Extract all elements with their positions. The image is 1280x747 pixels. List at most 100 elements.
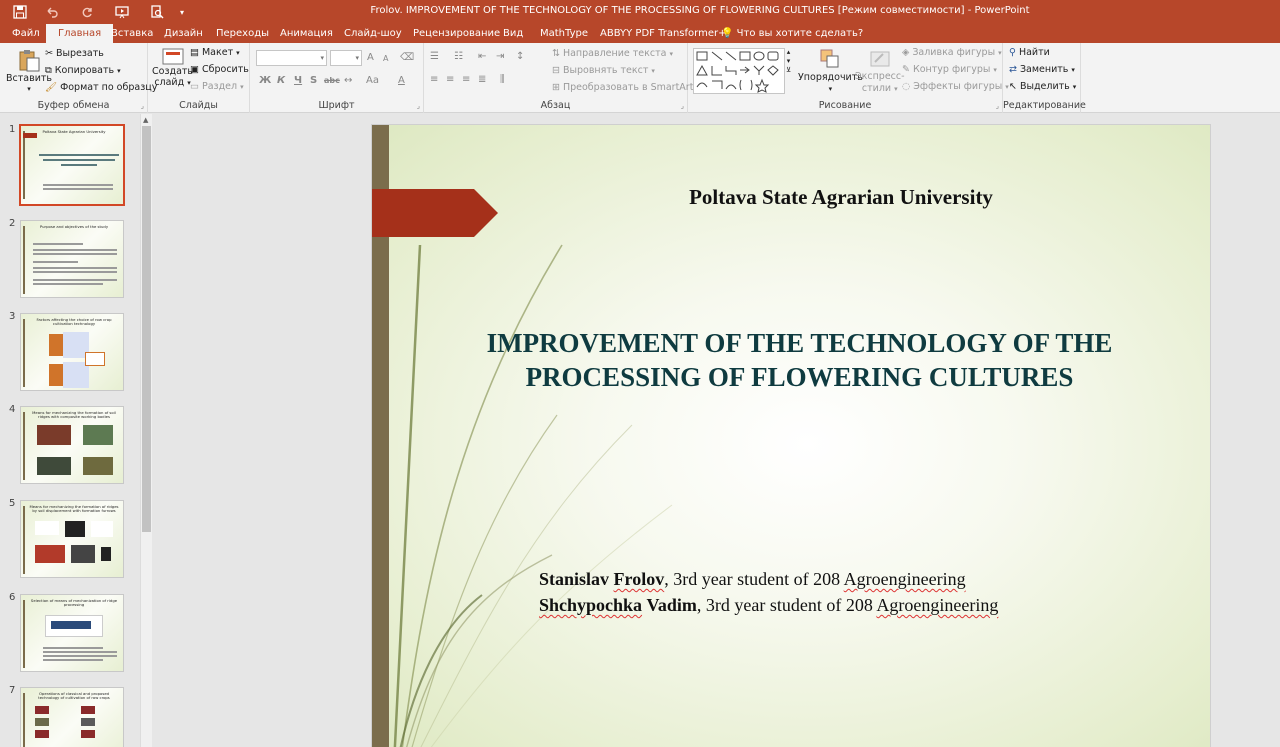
slide-thumbnail-3[interactable]: Factors affecting the choice of row crop…	[20, 313, 124, 391]
text-direction-icon: ⇅	[552, 48, 560, 59]
align-center-icon[interactable]: ≡	[446, 74, 454, 85]
slide-thumbnail-7[interactable]: Operations of classical and proposed tec…	[20, 687, 124, 747]
chevron-down-icon: ▾	[894, 85, 898, 93]
shrink-font-button[interactable]: A	[383, 54, 388, 63]
underline-button[interactable]: Ч	[294, 75, 302, 86]
text-direction-button[interactable]: ⇅ Направление текста ▾	[552, 48, 673, 59]
tab-transitions[interactable]: Переходы	[216, 24, 269, 43]
slide-thumbnail-5[interactable]: Means for mechanizing the formation of r…	[20, 500, 124, 578]
slide-main-title[interactable]: IMPROVEMENT OF THE TECHNOLOGY OF THE PRO…	[472, 326, 1127, 394]
thumbnail-number: 7	[9, 685, 16, 696]
shapes-gallery-icon	[696, 51, 779, 93]
find-button[interactable]: ⚲ Найти	[1009, 47, 1050, 58]
tell-me-search[interactable]: 💡 Что вы хотите сделать?	[721, 24, 863, 43]
replace-button[interactable]: ⇄ Заменить ▾	[1009, 64, 1075, 75]
shape-effects-button[interactable]: ◌ Эффекты фигуры ▾	[902, 81, 1009, 92]
dialog-launcher-icon[interactable]: ⌟	[141, 102, 144, 110]
tab-home[interactable]: Главная	[46, 24, 114, 43]
clear-formatting-icon[interactable]: ⌫	[400, 52, 414, 63]
align-right-icon[interactable]: ≡	[462, 74, 470, 85]
shape-outline-button[interactable]: ✎ Контур фигуры ▾	[902, 64, 997, 75]
slide-thumbnail-2[interactable]: Purpose and objectives of the study	[20, 220, 124, 298]
thumbnail-bar	[23, 600, 25, 668]
align-text-button[interactable]: ⊟ Выровнять текст ▾	[552, 65, 655, 76]
font-family-combo[interactable]: ▾	[256, 50, 327, 66]
shapes-gallery[interactable]	[693, 48, 785, 94]
tab-view[interactable]: Вид	[503, 24, 523, 43]
gallery-scroll[interactable]: ▴ ▾ ⊻	[786, 48, 791, 74]
shape-fill-button[interactable]: ◈ Заливка фигуры ▾	[902, 47, 1002, 58]
bold-button[interactable]: Ж	[259, 75, 271, 86]
ribbon-tabs: Файл Главная Вставка Дизайн Переходы Ани…	[0, 24, 1280, 43]
new-slide-button[interactable]: Создать слайд ▾	[152, 48, 193, 88]
author1-first-name: Stanislav	[539, 569, 610, 589]
font-size-combo[interactable]: ▾	[330, 50, 362, 66]
italic-button[interactable]: К	[277, 75, 285, 86]
tab-slideshow[interactable]: Слайд-шоу	[344, 24, 402, 43]
reset-button[interactable]: ▣ Сбросить	[190, 64, 249, 75]
clipboard-group: Вставить ▾ ✂ Вырезать ⧉ Копировать ▾ 🖌 Ф…	[0, 43, 157, 113]
layout-button[interactable]: ▤ Макет ▾	[190, 47, 240, 58]
shadow-button[interactable]: S	[310, 75, 317, 86]
new-slide-icon	[162, 48, 184, 65]
section-button[interactable]: ▭ Раздел ▾	[190, 81, 244, 92]
smartart-button[interactable]: ⊞ Преобразовать в SmartArt ▾	[552, 82, 700, 93]
dialog-launcher-icon[interactable]: ⌟	[417, 102, 420, 110]
tab-review[interactable]: Рецензирование	[413, 24, 500, 43]
strikethrough-button[interactable]: abc	[324, 76, 340, 85]
grow-font-button[interactable]: A	[367, 52, 374, 63]
slide-canvas[interactable]: Poltava State Agrarian University IMPROV…	[371, 124, 1211, 747]
thumbnail-photo	[37, 425, 71, 445]
scrollbar-thumb[interactable]	[142, 126, 151, 532]
char-spacing-icon[interactable]: ↔	[344, 75, 352, 86]
cut-button[interactable]: ✂ Вырезать	[45, 48, 104, 59]
select-button[interactable]: ↖ Выделить ▾	[1009, 81, 1076, 92]
dialog-launcher-icon[interactable]: ⌟	[681, 102, 684, 110]
increase-indent-icon[interactable]: ⇥	[496, 51, 504, 62]
paintbrush-icon: 🖌	[45, 82, 58, 93]
decrease-indent-icon[interactable]: ⇤	[478, 51, 486, 62]
numbering-icon[interactable]: ☷	[454, 51, 463, 62]
arrange-button[interactable]: Упорядочить ▾	[798, 48, 863, 93]
format-painter-button[interactable]: 🖌 Формат по образцу	[45, 82, 157, 93]
reset-icon: ▣	[190, 64, 199, 75]
slide-thumbnail-1[interactable]: Poltava State Agrarian University	[19, 124, 125, 206]
ribbon: Вставить ▾ ✂ Вырезать ⧉ Копировать ▾ 🖌 Ф…	[0, 43, 1280, 113]
thumbnail-number: 6	[9, 592, 16, 603]
chevron-down-icon: ▾	[117, 66, 121, 75]
editing-group-label: Редактирование	[1003, 100, 1086, 111]
thumbnail-photo	[35, 521, 59, 535]
justify-icon[interactable]: ≣	[478, 74, 486, 85]
thumbnail-text-line	[43, 647, 103, 649]
tab-design[interactable]: Дизайн	[164, 24, 203, 43]
quick-styles-button[interactable]: Экспресс- стили ▾	[855, 48, 905, 94]
tab-insert[interactable]: Вставка	[111, 24, 153, 43]
slide-university-title[interactable]: Poltava State Agrarian University	[372, 185, 1210, 210]
slide-thumbnail-4[interactable]: Means for mechanizing the formation of s…	[20, 406, 124, 484]
slide-thumbnail-6[interactable]: Selection of means of mechanization of r…	[20, 594, 124, 672]
tab-mathtype[interactable]: MathType	[540, 24, 588, 43]
chevron-down-icon: ▾	[27, 85, 31, 93]
align-left-icon[interactable]: ≡	[430, 74, 438, 85]
bullets-icon[interactable]: ☰	[430, 51, 439, 62]
tab-file[interactable]: Файл	[12, 24, 40, 43]
title-bar: ▾ Frolov. IMPROVEMENT OF THE TECHNOLOGY …	[0, 0, 1280, 24]
thumbnail-text-line	[33, 243, 83, 245]
thumbnails-scrollbar[interactable]: ▲	[140, 114, 152, 747]
thumbnail-text-line	[43, 655, 117, 657]
font-color-button[interactable]: A	[398, 75, 405, 86]
chevron-up-icon[interactable]: ▲	[143, 116, 148, 124]
chevron-down-icon: ▾	[320, 54, 324, 62]
chevron-down-icon: ▾	[828, 85, 833, 93]
tab-abbyy[interactable]: ABBYY PDF Transformer+	[600, 24, 726, 43]
change-case-button[interactable]: Aa	[366, 75, 379, 86]
tab-animations[interactable]: Анимация	[280, 24, 333, 43]
thumbnail-bar	[23, 412, 25, 480]
chevron-down-icon: ▾	[240, 82, 244, 91]
dialog-launcher-icon[interactable]: ⌟	[996, 102, 999, 110]
slide-thumbnails-pane[interactable]: 1 Poltava State Agrarian University 2 Pu…	[0, 114, 154, 747]
columns-icon[interactable]: ⫼	[500, 74, 505, 85]
slide-authors[interactable]: Stanislav Frolov, 3rd year student of 20…	[539, 566, 998, 618]
line-spacing-icon[interactable]: ↕	[516, 51, 524, 62]
copy-button[interactable]: ⧉ Копировать ▾	[45, 65, 121, 76]
